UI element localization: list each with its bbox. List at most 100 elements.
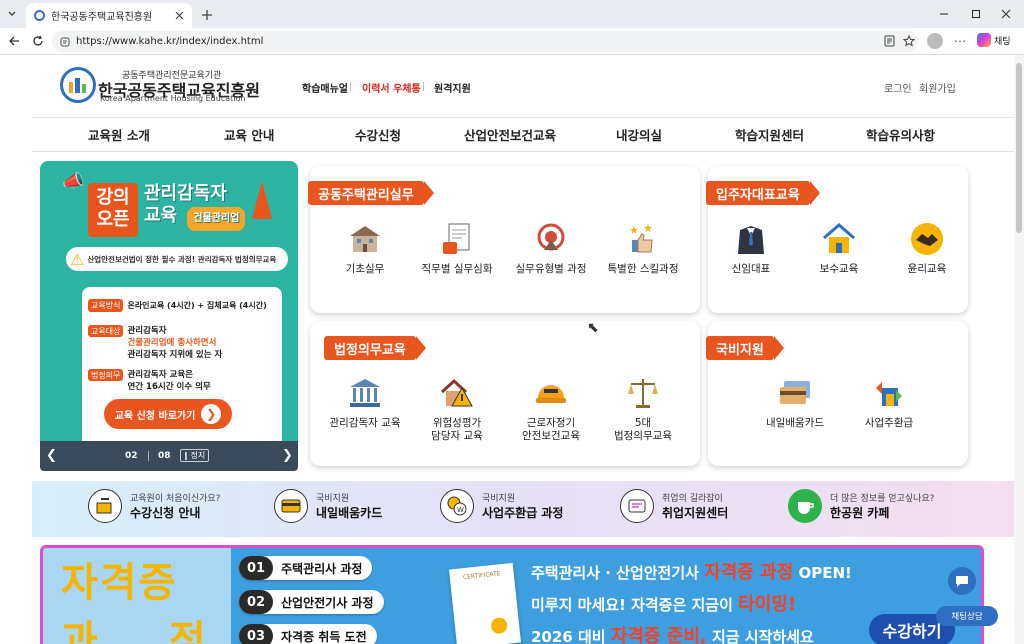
- tile-five-legal[interactable]: 5대 법정의무교육: [604, 375, 682, 443]
- quick-link-learning-card[interactable]: 국비지원 내일배움카드: [274, 489, 382, 523]
- nav-item-my-class[interactable]: 내강의실: [616, 125, 662, 144]
- chat-consult-button[interactable]: 채팅상담: [936, 606, 998, 626]
- login-link[interactable]: 로그인: [884, 80, 912, 95]
- scrollbar-thumb[interactable]: [1016, 63, 1022, 233]
- nav-item-about[interactable]: 교육원 소개: [88, 125, 150, 144]
- minimize-icon[interactable]: [936, 6, 952, 22]
- banner-line3-c: 지금 시작하세요: [711, 628, 814, 644]
- address-bar[interactable]: https://www.kahe.kr/index/index.html: [52, 31, 918, 52]
- tile-employer-refund[interactable]: 사업주환급: [850, 375, 928, 430]
- tile-label: 관리감독자 교육: [329, 417, 401, 429]
- promo-duty: 법정의무 관리감독자 교육은 연간 16시간 이수 의무: [88, 369, 211, 393]
- site-info-icon[interactable]: [60, 37, 70, 47]
- promo-duty-text1: 관리감독자 교육은: [127, 370, 193, 380]
- quick-link-cafe[interactable]: 더 많은 정보를 얻고싶나요? 한공원 카페: [788, 489, 934, 523]
- profile-avatar-icon[interactable]: [927, 33, 943, 49]
- tab-list-icon[interactable]: [4, 6, 20, 22]
- back-icon[interactable]: [6, 33, 22, 49]
- tile-label-line2: 법정의무교육: [614, 430, 672, 442]
- maximize-icon[interactable]: [968, 6, 984, 22]
- tile-label-line2: 안전보건교육: [522, 430, 580, 442]
- tile-label: 신임대표: [731, 263, 771, 275]
- quick-link-employer-refund[interactable]: W 국비지원 사업주환급 과정: [440, 489, 563, 523]
- tile-risk-assessment[interactable]: 위험성평가 담당자 교육: [418, 375, 496, 443]
- banner-line1-c: OPEN!: [798, 564, 852, 582]
- divider: [423, 82, 424, 91]
- slider-controls: ❮ 02 08 ‖ 정지 ❯: [40, 441, 298, 471]
- tile-label: 기초실무: [345, 263, 385, 275]
- tile-label: 내일배움카드: [766, 417, 824, 429]
- tile-basic-practice[interactable]: 기초실무: [326, 221, 404, 276]
- slider-pause-button[interactable]: ‖ 정지: [180, 449, 210, 462]
- quick-big-text: 사업주환급 과정: [482, 506, 564, 520]
- nav-item-safety[interactable]: 산업안전보건교육: [464, 125, 556, 144]
- tile-label-line1: 근로자정기: [526, 417, 576, 429]
- tile-label: 사업주환급: [864, 417, 914, 429]
- banner-big-char1: 과: [61, 618, 98, 644]
- nav-item-notes[interactable]: 학습유의사항: [866, 125, 935, 144]
- section-title-housing: 공동주택관리실무: [308, 181, 434, 205]
- page-scrollbar[interactable]: [1014, 55, 1024, 644]
- banner-item-label: 주택관리사 과정: [281, 561, 363, 576]
- certificate-course-banner[interactable]: 자격증 과 정 01 주택관리사 과정 02 산업안전기사 과정 03 자격증 취득 …: [40, 545, 984, 644]
- promo-target-text3: 관리감독자 지위에 있는 자: [127, 350, 223, 360]
- refund-chart-icon: [870, 375, 908, 411]
- promo-cta-label: 교육 신청 바로가기: [114, 410, 196, 422]
- close-window-icon[interactable]: [998, 6, 1014, 22]
- new-tab-icon[interactable]: [198, 6, 216, 24]
- promo-notice: ⚠ 산업안전보건법이 정한 필수 과정! 관리감독자 법정의무교육: [66, 247, 288, 271]
- more-menu-icon[interactable]: ⋯: [953, 33, 967, 49]
- tile-worker-safety[interactable]: 근로자정기 안전보건교육: [512, 375, 590, 443]
- chat-bubble-icon[interactable]: [948, 567, 976, 595]
- cafe-cup-icon: [788, 489, 822, 523]
- banner-item-2: 02 산업안전기사 과정: [239, 590, 384, 614]
- quick-link-enroll-guide[interactable]: 교육원이 처음이신가요? 수강신청 안내: [88, 489, 220, 523]
- house-warning-icon: [438, 375, 476, 411]
- quick-big-text: 취업지원센터: [662, 506, 729, 520]
- tile-supervisor-edu[interactable]: 관리감독자 교육: [326, 375, 404, 430]
- slide-current: 02: [125, 451, 138, 461]
- nav-item-enroll[interactable]: 수강신청: [355, 125, 401, 144]
- quick-link-job-center[interactable]: 취업의 길라잡이 취업지원센터: [620, 489, 728, 523]
- tile-job-practice[interactable]: 직무별 실무심화: [418, 221, 496, 276]
- link-resume-mailbox[interactable]: 이력서 우체통: [362, 80, 421, 95]
- link-remote-support[interactable]: 원격지원: [434, 80, 471, 95]
- signup-link[interactable]: 회원가입: [919, 80, 956, 95]
- promo-cta-button[interactable]: 교육 신청 바로가기 ❯: [104, 399, 232, 429]
- promo-target-text2: 건물관리업에 종사하면서: [127, 338, 217, 348]
- copilot-chat-button[interactable]: 채팅: [977, 33, 1011, 47]
- hard-hat-icon: [532, 375, 570, 411]
- tile-special-skill[interactable]: 특별한 스킬과정: [604, 221, 682, 276]
- favorite-star-icon[interactable]: [902, 34, 916, 48]
- job-document-icon: [438, 221, 476, 257]
- seal-icon: [490, 616, 508, 635]
- close-tab-icon[interactable]: [175, 11, 184, 20]
- tile-label: 실무유형별 과정: [515, 263, 587, 275]
- reader-mode-icon[interactable]: [882, 34, 896, 48]
- promo-title-line1: 관리감독자: [144, 183, 227, 204]
- promo-duty-text2: 연간 16시간 이수 의무: [127, 382, 211, 392]
- tile-label-line2: 담당자 교육: [431, 430, 483, 442]
- tile-new-rep[interactable]: 신임대표: [712, 221, 790, 276]
- reload-icon[interactable]: [30, 33, 46, 49]
- quick-small-text: 국비지원: [316, 494, 350, 504]
- tile-refresher[interactable]: 보수교육: [800, 221, 878, 276]
- link-learning-manual[interactable]: 학습매뉴얼: [302, 80, 348, 95]
- tile-type-practice[interactable]: 실무유형별 과정: [512, 221, 590, 276]
- tile-ethics[interactable]: 윤리교육: [888, 221, 966, 276]
- thumbs-up-stars-icon: [624, 221, 662, 257]
- address-bar-row: https://www.kahe.kr/index/index.html ⋯ 채…: [0, 28, 1024, 55]
- site-logo-icon[interactable]: [60, 67, 96, 103]
- slider-next-icon[interactable]: ❯: [282, 448, 293, 463]
- browser-tab[interactable]: 한국공동주택교육진흥원: [26, 3, 192, 28]
- promo-info-card: 교육방식 온라인교육 (4시간) + 집체교육 (4시간) 교육대상 관리감독자…: [82, 287, 282, 441]
- nav-item-support[interactable]: 학습지원센터: [735, 125, 804, 144]
- org-english-name: Korea Apartment Housing Education: [100, 94, 246, 103]
- promo-slide[interactable]: 📣 강의 오픈 관리감독자 교육 건물관리업 ⚠ 산업안전보건법이 정한 필수 …: [40, 161, 298, 441]
- megaphone-icon: 📣: [62, 171, 85, 192]
- tab-title: 한국공동주택교육진흥원: [51, 12, 153, 23]
- slider-prev-icon[interactable]: ❮: [46, 448, 57, 463]
- suit-icon: [732, 221, 770, 257]
- nav-item-course-info[interactable]: 교육 안내: [224, 125, 274, 144]
- tile-learning-card[interactable]: 내일배움카드: [756, 375, 834, 430]
